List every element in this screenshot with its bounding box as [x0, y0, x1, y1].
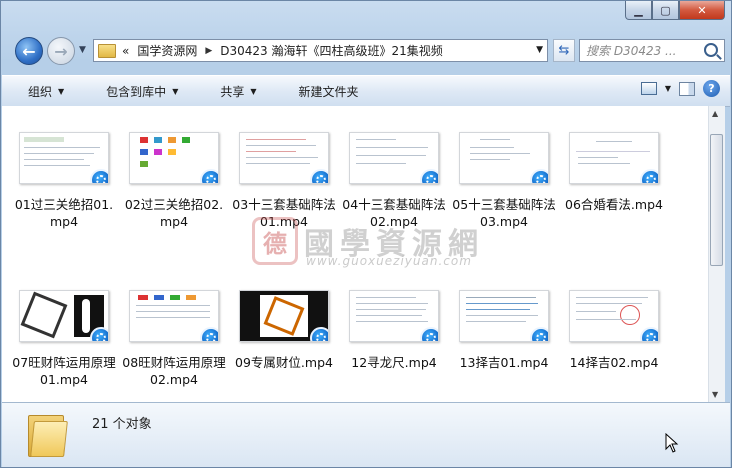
breadcrumb-overflow[interactable]: « — [122, 44, 129, 58]
vertical-scrollbar[interactable]: ▲ ▼ — [708, 106, 725, 402]
file-name: 01过三关绝招01.mp4 — [14, 197, 114, 229]
forward-button[interactable]: → — [47, 37, 75, 65]
help-icon[interactable]: ? — [703, 80, 720, 97]
folder-icon — [98, 43, 116, 58]
preview-pane-icon[interactable] — [679, 81, 695, 96]
chevron-down-icon: ▼ — [250, 86, 257, 96]
video-thumbnail — [239, 290, 329, 342]
close-button[interactable]: ✕ — [679, 1, 725, 20]
file-item[interactable]: 01过三关绝招01.mp4 — [12, 132, 116, 230]
media-player-icon — [200, 327, 218, 341]
watermark-url: www.guoxueziyuan.com — [306, 254, 472, 268]
video-thumbnail — [19, 132, 109, 184]
new-folder-button[interactable]: 新建文件夹 — [273, 83, 375, 100]
video-thumbnail — [459, 132, 549, 184]
breadcrumb-item[interactable]: D30423 瀚海轩《四柱高级班》21集视频 — [220, 42, 443, 59]
video-thumbnail — [349, 132, 439, 184]
search-input[interactable]: 搜索 D30423 ... — [579, 39, 725, 62]
minimize-icon: ▁ — [634, 3, 643, 17]
chevron-down-icon: ▼ — [172, 86, 179, 96]
file-item[interactable]: 02过三关绝招02.mp4 — [122, 132, 226, 230]
close-icon: ✕ — [697, 3, 707, 17]
media-player-icon — [420, 169, 438, 183]
views-dropdown-icon[interactable]: ▼ — [665, 84, 671, 93]
file-item[interactable]: 05十三套基础阵法03.mp4 — [452, 132, 556, 230]
media-player-icon — [530, 327, 548, 341]
maximize-button[interactable]: ▢ — [652, 1, 679, 20]
refresh-icon: ⇆ — [558, 43, 570, 58]
caption-buttons: ▁ ▢ ✕ — [625, 1, 725, 20]
folder-icon — [28, 411, 68, 457]
video-thumbnail — [239, 132, 329, 184]
video-thumbnail — [349, 290, 439, 342]
include-in-library-menu[interactable]: 包含到库中 ▼ — [80, 83, 194, 100]
file-item[interactable]: 03十三套基础阵法01.mp4 — [232, 132, 336, 230]
organize-label: 组织 — [28, 84, 53, 99]
file-name: 07旺财阵运用原理01.mp4 — [12, 355, 116, 387]
file-name: 13择吉01.mp4 — [459, 355, 549, 370]
file-list: 01过三关绝招01.mp4 02过三关绝招02.mp4 03十三套基础阵法01.… — [2, 106, 708, 402]
back-button[interactable]: ← — [15, 37, 43, 65]
media-player-icon — [200, 169, 218, 183]
media-player-icon — [420, 327, 438, 341]
media-player-icon — [90, 327, 108, 341]
chevron-down-icon: ▼ — [58, 86, 65, 96]
file-name: 09专属财位.mp4 — [235, 355, 333, 370]
video-thumbnail — [19, 290, 109, 342]
media-player-icon — [310, 169, 328, 183]
video-thumbnail — [459, 290, 549, 342]
recent-pages-dropdown[interactable]: ▼ — [79, 45, 86, 55]
video-thumbnail — [569, 132, 659, 184]
video-thumbnail — [569, 290, 659, 342]
scrollbar-thumb[interactable] — [710, 134, 723, 266]
file-item[interactable]: 09专属财位.mp4 — [232, 290, 336, 371]
forward-arrow-icon: → — [54, 41, 68, 61]
media-player-icon — [310, 327, 328, 341]
file-name: 08旺财阵运用原理02.mp4 — [122, 355, 226, 387]
file-name: 03十三套基础阵法01.mp4 — [232, 197, 336, 229]
share-label: 共享 — [220, 84, 245, 99]
navigation-bar: ← → ▼ « 国学资源网 ▶ D30423 瀚海轩《四柱高级班》21集视频 ▼… — [9, 35, 725, 65]
refresh-button[interactable]: ⇆ — [553, 39, 575, 62]
minimize-button[interactable]: ▁ — [625, 1, 652, 20]
address-bar[interactable]: « 国学资源网 ▶ D30423 瀚海轩《四柱高级班》21集视频 ▼ — [93, 39, 548, 62]
breadcrumb-separator-icon[interactable]: ▶ — [205, 46, 212, 56]
file-item[interactable]: 13择吉01.mp4 — [452, 290, 556, 371]
maximize-icon: ▢ — [660, 3, 671, 17]
search-placeholder: 搜索 D30423 ... — [586, 44, 677, 58]
change-view-icon[interactable] — [640, 82, 657, 95]
breadcrumb-item[interactable]: 国学资源网 — [137, 42, 197, 59]
details-pane: 21 个对象 — [2, 402, 730, 467]
file-item[interactable]: 06合婚看法.mp4 — [562, 132, 666, 213]
command-bar: 组织 ▼ 包含到库中 ▼ 共享 ▼ 新建文件夹 ▼ ? — [2, 75, 730, 107]
file-name: 04十三套基础阵法02.mp4 — [342, 197, 446, 229]
file-item[interactable]: 07旺财阵运用原理01.mp4 — [12, 290, 116, 388]
scroll-down-icon[interactable]: ▼ — [712, 390, 718, 399]
back-arrow-icon: ← — [22, 41, 36, 61]
address-dropdown-icon[interactable]: ▼ — [536, 45, 543, 55]
item-count: 21 个对象 — [92, 417, 152, 432]
video-thumbnail — [129, 290, 219, 342]
file-item[interactable]: 08旺财阵运用原理02.mp4 — [122, 290, 226, 388]
explorer-window: ▁ ▢ ✕ ← → ▼ « 国学资源网 ▶ D30423 瀚海轩《四柱高级班》2… — [0, 0, 732, 468]
file-name: 14择吉02.mp4 — [569, 355, 659, 370]
media-player-icon — [90, 169, 108, 183]
file-name: 12寻龙尺.mp4 — [351, 355, 437, 370]
scroll-up-icon[interactable]: ▲ — [712, 109, 718, 118]
search-icon[interactable] — [704, 43, 718, 57]
file-item[interactable]: 14择吉02.mp4 — [562, 290, 666, 371]
new-folder-label: 新建文件夹 — [298, 84, 359, 99]
media-player-icon — [530, 169, 548, 183]
organize-menu[interactable]: 组织 ▼ — [2, 83, 80, 100]
media-player-icon — [640, 169, 658, 183]
file-name: 05十三套基础阵法03.mp4 — [452, 197, 556, 229]
share-menu[interactable]: 共享 ▼ — [194, 83, 272, 100]
media-player-icon — [640, 327, 658, 341]
file-name: 02过三关绝招02.mp4 — [124, 197, 224, 229]
file-item[interactable]: 12寻龙尺.mp4 — [342, 290, 446, 371]
include-in-library-label: 包含到库中 — [106, 84, 167, 99]
file-item[interactable]: 04十三套基础阵法02.mp4 — [342, 132, 446, 230]
video-thumbnail — [129, 132, 219, 184]
file-name: 06合婚看法.mp4 — [565, 197, 663, 212]
